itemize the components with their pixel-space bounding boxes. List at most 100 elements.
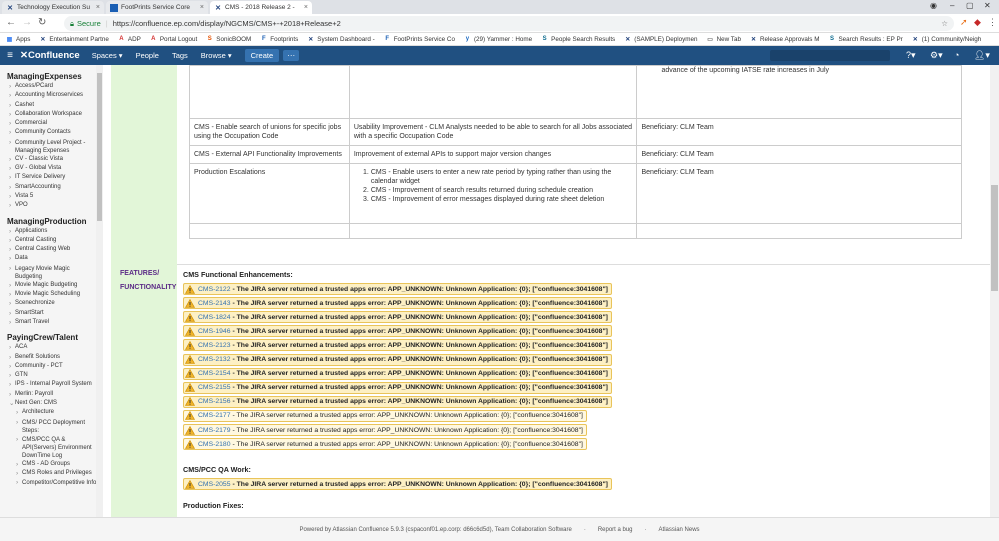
user-avatar-icon[interactable]: 👤︎▾ — [974, 50, 990, 61]
sidebar-item[interactable]: Smart Travel — [0, 318, 103, 328]
nav-tags[interactable]: Tags — [172, 51, 188, 60]
create-button[interactable]: Create — [244, 49, 280, 62]
back-icon[interactable]: ← — [6, 17, 16, 28]
sidebar-item[interactable]: Accounting Microservices — [0, 91, 103, 101]
sidebar-scroll-thumb[interactable] — [97, 73, 102, 221]
reload-icon[interactable]: ↻ — [38, 17, 46, 28]
bookmark-item[interactable]: S SonicBOOM — [206, 36, 252, 43]
sidebar-item[interactable]: Commercial — [0, 119, 103, 129]
user-profile-icon[interactable]: ◉ — [930, 1, 937, 10]
jira-issue-link[interactable]: CMS-2156 — [198, 398, 231, 405]
sidebar-group-title[interactable]: ManagingProduction — [0, 216, 103, 227]
sidebar-item[interactable]: SmartAccounting — [0, 183, 103, 193]
browser-tab-3-active[interactable]: ✕ CMS - 2018 Release 2 - × — [210, 1, 312, 14]
jira-issue-link[interactable]: CMS-2143 — [198, 300, 231, 307]
report-bug-link[interactable]: Report a bug — [598, 527, 633, 533]
nav-spaces[interactable]: Spaces ▾ — [92, 51, 123, 60]
nav-people[interactable]: People — [136, 51, 159, 60]
sidebar-item[interactable]: CV - Classic Vista — [0, 155, 103, 165]
sidebar-item[interactable]: CMS - AD Groups — [0, 460, 103, 470]
sidebar-item[interactable]: CMS Roles and Privileges — [0, 469, 103, 479]
jira-issue-link[interactable]: CMS-2180 — [198, 441, 231, 448]
sidebar-item[interactable]: Cashet — [0, 101, 103, 111]
sidebar-item[interactable]: GV - Global Vista — [0, 164, 103, 174]
notifications-icon[interactable]: ◔ — [954, 50, 959, 60]
jira-issue-link[interactable]: CMS-2179 — [198, 427, 231, 434]
sidebar-item[interactable]: SmartStart — [0, 309, 103, 319]
sidebar-item[interactable]: Architecture — [0, 408, 103, 418]
atlassian-news-link[interactable]: Atlassian News — [659, 527, 700, 533]
bookmark-item[interactable]: S Search Results : EP Pr — [828, 36, 903, 43]
jira-issue-link[interactable]: CMS-2055 — [198, 481, 231, 488]
bookmark-star-icon[interactable]: ☆ — [941, 19, 948, 28]
page-scrollbar[interactable] — [990, 65, 999, 517]
chrome-menu-icon[interactable]: ⋮ — [988, 17, 997, 28]
jira-issue-link[interactable]: CMS-2122 — [198, 286, 231, 293]
close-window-icon[interactable]: ✕ — [984, 1, 991, 10]
bookmark-item[interactable]: F FootPrints Service Co — [384, 36, 455, 43]
sidebar-item[interactable]: Central Casting — [0, 236, 103, 246]
jira-issue-link[interactable]: CMS-2132 — [198, 356, 231, 363]
sidebar-item[interactable]: Access/PCard — [0, 82, 103, 92]
sidebar-item[interactable]: IT Service Delivery — [0, 173, 103, 183]
confluence-logo[interactable]: ✕Confluence — [20, 50, 80, 61]
nav-browse[interactable]: Browse ▾ — [201, 51, 232, 60]
sidebar-item[interactable]: Movie Magic Scheduling — [0, 290, 103, 300]
bookmark-item[interactable]: F Footprints — [260, 36, 298, 43]
gear-icon[interactable]: ⚙▾ — [930, 50, 943, 61]
jira-issue-link[interactable]: CMS-2154 — [198, 370, 231, 377]
jira-issue-link[interactable]: CMS-2155 — [198, 384, 231, 391]
bookmark-item[interactable]: ✕ Release Approvals M — [750, 36, 820, 43]
sidebar-item[interactable]: CMS/PCC QA & API(Servers) Environment Do… — [0, 435, 103, 460]
bookmark-item[interactable]: ▭ New Tab — [707, 36, 741, 43]
page-scroll-thumb[interactable] — [991, 185, 998, 291]
minimize-icon[interactable]: – — [950, 1, 954, 10]
sidebar-item[interactable]: Merlin: Payroll — [0, 390, 103, 400]
sidebar-item[interactable]: Legacy Movie Magic Budgeting — [0, 264, 103, 281]
sidebar-item[interactable]: GTN — [0, 371, 103, 381]
sidebar-item[interactable]: Benefit Solutions — [0, 353, 103, 363]
bookmark-item[interactable]: ▦ Apps — [6, 36, 31, 43]
bookmark-item[interactable]: ✕ (1) Community/Neigh — [912, 36, 982, 43]
sidebar-group-title[interactable]: PayingCrew/Talent — [0, 332, 103, 343]
close-tab-icon[interactable]: × — [304, 4, 308, 11]
sidebar-item[interactable]: Competitor/Competitive Info — [0, 478, 103, 487]
url-omnibox[interactable]: 🔒︎ Secure | https://confluence.ep.com/di… — [64, 16, 954, 31]
jira-issue-link[interactable]: CMS-1824 — [198, 314, 231, 321]
sidebar-item[interactable]: Movie Magic Budgeting — [0, 281, 103, 291]
browser-tab-1[interactable]: ✕ Technology Execution Su × — [2, 1, 104, 14]
jira-issue-link[interactable]: CMS-2123 — [198, 342, 231, 349]
sidebar-item[interactable]: CMS/ PCC Deployment Steps: — [0, 418, 103, 435]
bookmark-item[interactable]: ✕ Entertainment Partne — [39, 36, 109, 43]
sidebar-item[interactable]: VPO — [0, 201, 103, 211]
browser-tab-2[interactable]: FootPrints Service Core × — [106, 1, 208, 14]
forward-icon[interactable]: → — [22, 17, 32, 28]
sidebar-item[interactable]: Community Level Project - Managing Expen… — [0, 138, 103, 155]
bookmark-item[interactable]: A ADP — [118, 36, 141, 43]
extension-icon[interactable]: ➚ — [960, 17, 968, 28]
url-text[interactable]: https://confluence.ep.com/display/NGCMS/… — [113, 19, 341, 28]
jira-issue-link[interactable]: CMS-1946 — [198, 328, 231, 335]
sidebar-scrollbar[interactable] — [96, 65, 103, 517]
bookmark-item[interactable]: S People Search Results — [541, 36, 616, 43]
sidebar-item[interactable]: Applications — [0, 227, 103, 237]
sidebar-item[interactable]: Scenechronize — [0, 299, 103, 309]
new-tab-button[interactable] — [314, 1, 332, 14]
search-input[interactable] — [770, 50, 890, 61]
bookmark-item[interactable]: y (29) Yammer : Home — [464, 36, 532, 43]
jira-issue-link[interactable]: CMS-2177 — [198, 412, 231, 419]
close-tab-icon[interactable]: × — [96, 4, 100, 11]
sidebar-item[interactable]: Community - PCT — [0, 362, 103, 372]
sidebar-item[interactable]: ACA — [0, 343, 103, 353]
sidebar-item[interactable]: Collaboration Workspace — [0, 110, 103, 120]
bookmark-item[interactable]: A Portal Logout — [150, 36, 197, 43]
sidebar-item[interactable]: Data — [0, 254, 103, 264]
sidebar-item[interactable]: Central Casting Web — [0, 245, 103, 255]
close-tab-icon[interactable]: × — [200, 4, 204, 11]
app-switcher-icon[interactable]: ≡ — [0, 50, 20, 61]
bookmark-item[interactable]: ✕ (SAMPLE) Deploymen — [624, 36, 697, 43]
more-create-button[interactable]: ··· — [283, 50, 300, 61]
bookmark-item[interactable]: ✕ System Dashboard - — [307, 36, 374, 43]
sidebar-item[interactable]: IPS - Internal Payroll System — [0, 380, 103, 390]
maximize-icon[interactable]: ▢ — [966, 1, 974, 10]
